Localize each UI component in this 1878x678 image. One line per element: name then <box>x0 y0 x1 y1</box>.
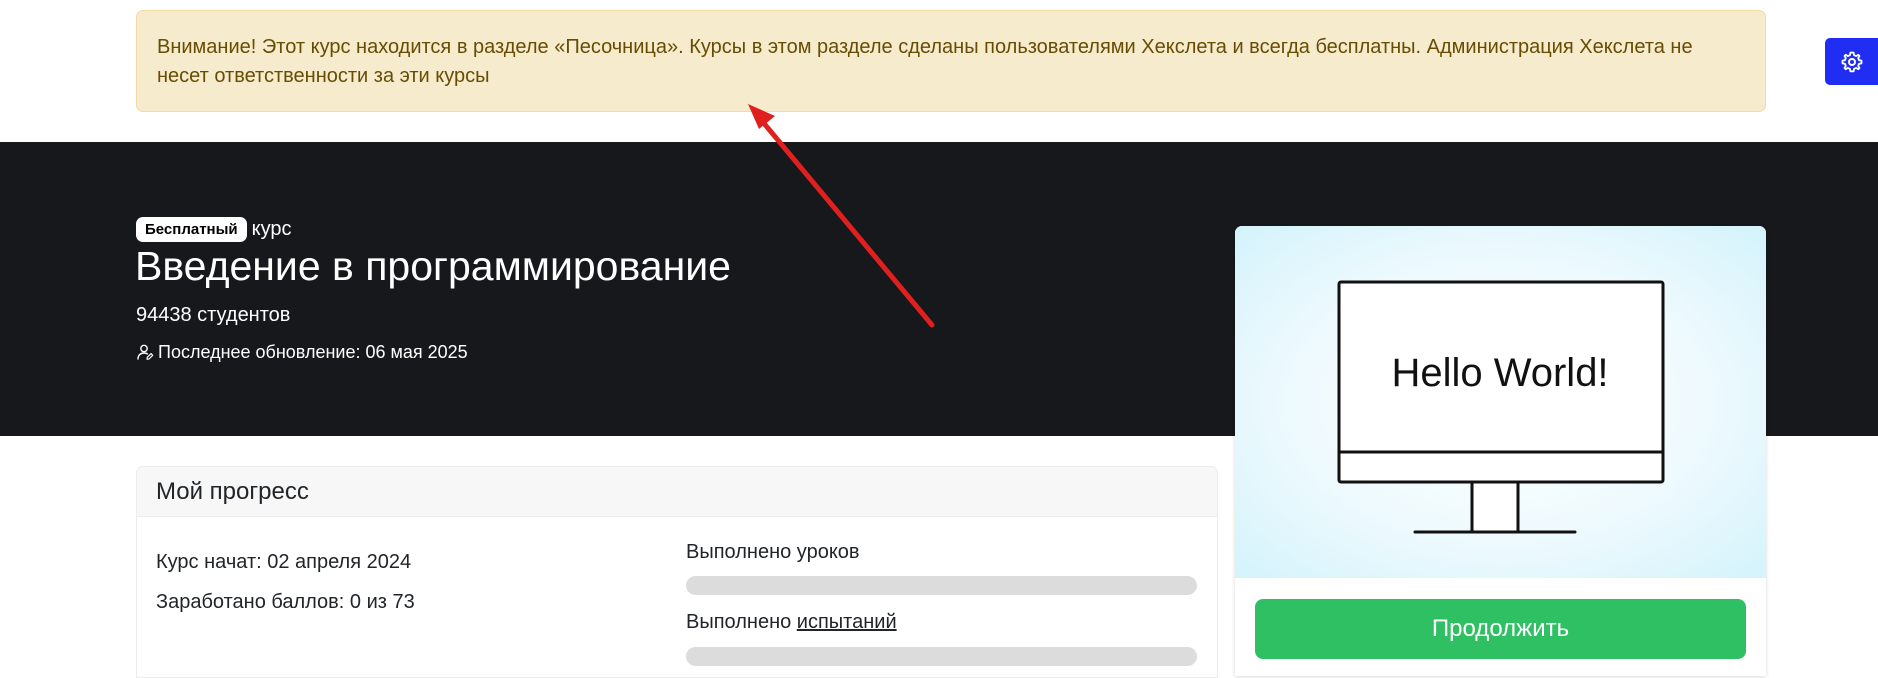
sandbox-warning-alert: Внимание! Этот курс находится в разделе … <box>136 10 1766 112</box>
continue-button[interactable]: Продолжить <box>1255 599 1746 659</box>
course-title: Введение в программирование <box>135 243 731 289</box>
free-badge: Бесплатный <box>136 216 247 242</box>
lessons-completed-label: Выполнено уроков <box>686 541 860 563</box>
challenges-link[interactable]: испытаний <box>797 611 897 633</box>
course-type-line: Бесплатный курс <box>136 216 292 242</box>
challenges-progress-bar <box>686 647 1197 666</box>
my-progress-card: Мой прогресс Курс начат: 02 апреля 2024 … <box>136 466 1218 678</box>
course-type-label: курс <box>251 217 292 240</box>
progress-header: Мой прогресс <box>137 467 1217 517</box>
monitor-screen-text: Hello World! <box>1391 351 1608 395</box>
last-updated: Последнее обновление: 06 мая 2025 <box>136 341 468 363</box>
points-earned: Заработано баллов: 0 из 73 <box>156 591 415 613</box>
last-updated-label: Последнее обновление: 06 мая 2025 <box>158 342 468 362</box>
course-started: Курс начат: 02 апреля 2024 <box>156 551 412 573</box>
gear-icon <box>1841 51 1862 72</box>
challenges-label-prefix: Выполнено <box>686 611 792 633</box>
settings-button[interactable] <box>1825 38 1878 85</box>
alert-text: Внимание! Этот курс находится в разделе … <box>157 36 1693 87</box>
lessons-progress-bar <box>686 576 1197 595</box>
user-edit-icon <box>137 344 154 360</box>
course-cover-image: Hello World! <box>1235 226 1766 578</box>
course-side-card: Hello World! Продолжить <box>1235 226 1766 676</box>
challenges-completed-label: Выполнено испытаний <box>686 610 897 634</box>
monitor-illustration: Hello World! <box>1337 280 1665 534</box>
students-count: 94438 студентов <box>136 304 291 326</box>
